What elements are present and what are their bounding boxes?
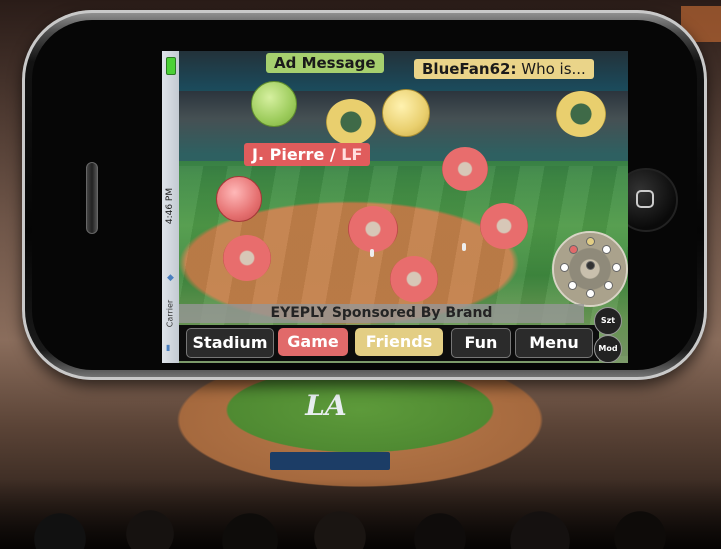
- tab-menu[interactable]: Menu: [515, 328, 593, 358]
- tab-fun[interactable]: Fun: [451, 328, 511, 358]
- chat-text: Who is...: [516, 60, 586, 78]
- crowd-silhouettes: [0, 479, 721, 549]
- ad-message-label[interactable]: Ad Message: [266, 53, 384, 73]
- player-position: LF: [341, 145, 363, 164]
- tab-friends[interactable]: Friends: [355, 328, 443, 356]
- battery-icon: [166, 57, 176, 75]
- sponsor-banner[interactable]: EYEPLY Sponsored By Brand: [179, 304, 584, 323]
- ad-bubble[interactable]: [251, 81, 297, 127]
- player-bubble[interactable]: [442, 147, 488, 191]
- bottom-nav: Stadium Game Friends Fun Menu: [179, 325, 599, 361]
- minimap-dot: [560, 263, 569, 272]
- minimap-dot: [602, 245, 611, 254]
- tab-game[interactable]: Game: [278, 328, 348, 356]
- minimap-dot: [586, 237, 595, 246]
- wifi-icon: ◆: [167, 273, 174, 283]
- home-square-icon: [636, 190, 654, 208]
- tab-stadium[interactable]: Stadium: [186, 328, 274, 358]
- minimap-dot: [604, 281, 613, 290]
- player-bubble[interactable]: [480, 203, 528, 249]
- status-carrier: Carrier: [165, 299, 175, 328]
- minimap-dot: [586, 261, 595, 270]
- signal-bars-icon: ▮: [166, 343, 171, 352]
- player-label[interactable]: J. Pierre / LF: [244, 143, 371, 166]
- minimap-dot: [612, 263, 621, 272]
- player-bubble[interactable]: [223, 235, 271, 281]
- chat-bubble[interactable]: [382, 89, 430, 137]
- phone-device: 4:46 PM ◆ Carrier ▮ Ad Message BlueFan62…: [22, 10, 707, 380]
- szt-button[interactable]: Szt: [594, 307, 622, 335]
- friend-bubble[interactable]: [326, 99, 376, 145]
- player-bubble-selected[interactable]: [216, 176, 262, 222]
- status-time: 4:46 PM: [165, 187, 175, 225]
- minimap-dot: [586, 289, 595, 298]
- player-bubble[interactable]: [390, 256, 438, 302]
- player-bubble[interactable]: [348, 206, 398, 252]
- player-separator: /: [324, 145, 342, 164]
- minimap-dot: [569, 245, 578, 254]
- player-name: J. Pierre: [252, 145, 325, 164]
- chat-message-label[interactable]: BlueFan62: Who is...: [414, 59, 594, 79]
- field-player: [370, 249, 374, 257]
- stadium-minimap[interactable]: [552, 231, 628, 307]
- la-field-logo: LA: [305, 389, 347, 422]
- minimap-dot: [568, 281, 577, 290]
- mod-button[interactable]: Mod: [594, 335, 622, 363]
- friend-bubble[interactable]: [556, 91, 606, 137]
- field-player: [462, 243, 466, 251]
- earpiece-speaker: [86, 162, 98, 234]
- status-bar: 4:46 PM ◆ Carrier ▮: [162, 51, 179, 363]
- chat-username: BlueFan62:: [422, 60, 517, 78]
- app-screen: 4:46 PM ◆ Carrier ▮ Ad Message BlueFan62…: [162, 51, 628, 363]
- stadium-scoreboard: [270, 452, 390, 470]
